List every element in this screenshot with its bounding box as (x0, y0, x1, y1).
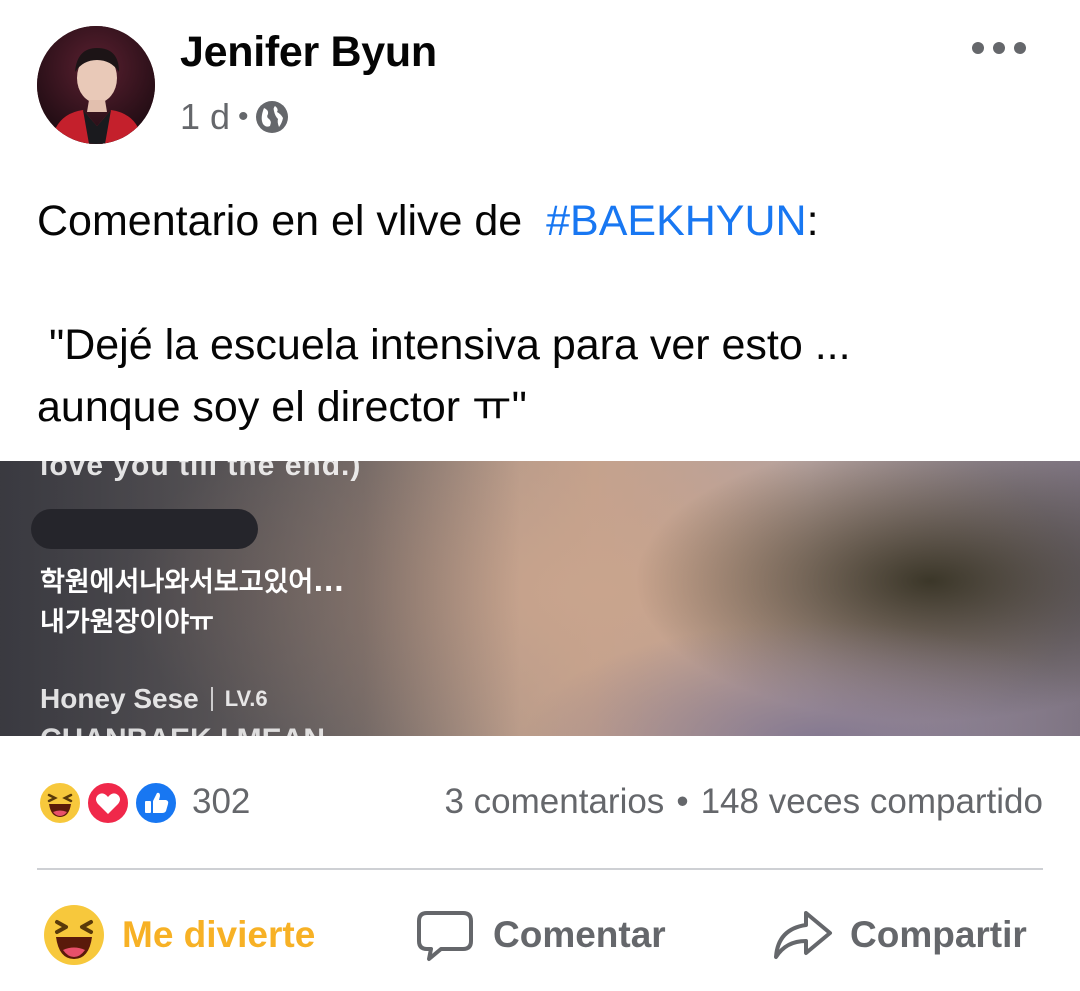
quote-line-2: aunque soy el director ㅠ" (37, 383, 527, 431)
haha-icon (44, 905, 104, 965)
quote-line-1: "Dejé la escuela intensiva para ver esto… (37, 321, 851, 369)
photo-username: Honey Sese (40, 683, 199, 714)
post-text-colon: : (806, 197, 819, 245)
avatar[interactable] (37, 26, 155, 144)
photo-user-level: LV.6 (224, 686, 268, 711)
post-text: Comentario en el vlive de #BAEKHYUN: "De… (37, 190, 1047, 438)
comment-icon (417, 911, 473, 961)
photo-comment-line2: 내가원장이야ㅠ (40, 607, 214, 638)
photo-top-text: love you till the end.) (40, 461, 362, 482)
haha-icon (37, 780, 83, 826)
action-bar: Me divierte Comentar Compartir (0, 895, 1080, 975)
post-summary: 3 comentarios • 148 veces compartido (444, 782, 1043, 822)
globe-icon[interactable] (255, 100, 289, 134)
post-text-line1: Comentario en el vlive de (37, 197, 535, 245)
hashtag-link[interactable]: #BAEKHYUN (546, 197, 806, 245)
divider (37, 868, 1043, 870)
share-button[interactable]: Compartir (770, 895, 1027, 975)
photo-redacted-name (31, 509, 258, 549)
photo-neck (520, 621, 1080, 736)
comment-button-label: Comentar (493, 914, 666, 955)
post-header: Jenifer Byun 1 d • (0, 0, 1080, 170)
summary-separator: • (676, 782, 689, 821)
photo-comment-line1: 학원에서나와서보고있어... (40, 567, 345, 598)
post-photo[interactable]: love you till the end.) 학원에서나와서보고있어... 내… (0, 461, 1080, 736)
post-stats: 302 3 comentarios • 148 veces compartido (0, 770, 1080, 834)
react-button[interactable]: Me divierte (42, 895, 315, 975)
post-time[interactable]: 1 d (180, 96, 230, 138)
photo-cut-text: CHANBAEK I MEAN (40, 723, 325, 736)
shares-count-link[interactable]: 148 veces compartido (701, 782, 1043, 822)
reaction-icons[interactable] (37, 780, 187, 826)
author-name[interactable]: Jenifer Byun (180, 28, 437, 77)
avatar-image (37, 26, 155, 144)
comment-button[interactable]: Comentar (413, 895, 666, 975)
photo-user: Honey Sese LV.6 (40, 683, 268, 715)
comments-count-link[interactable]: 3 comentarios (444, 782, 664, 822)
post-meta: 1 d • (180, 96, 289, 138)
love-icon (85, 780, 131, 826)
share-button-label: Compartir (850, 914, 1027, 955)
share-icon (774, 911, 832, 959)
more-options-icon[interactable] (972, 36, 1026, 60)
photo-user-separator (210, 687, 213, 711)
meta-separator: • (238, 100, 249, 133)
like-icon (133, 780, 179, 826)
photo-comment: 학원에서나와서보고있어... 내가원장이야ㅠ (40, 563, 344, 643)
reaction-count[interactable]: 302 (192, 782, 250, 822)
react-button-label: Me divierte (122, 914, 316, 955)
